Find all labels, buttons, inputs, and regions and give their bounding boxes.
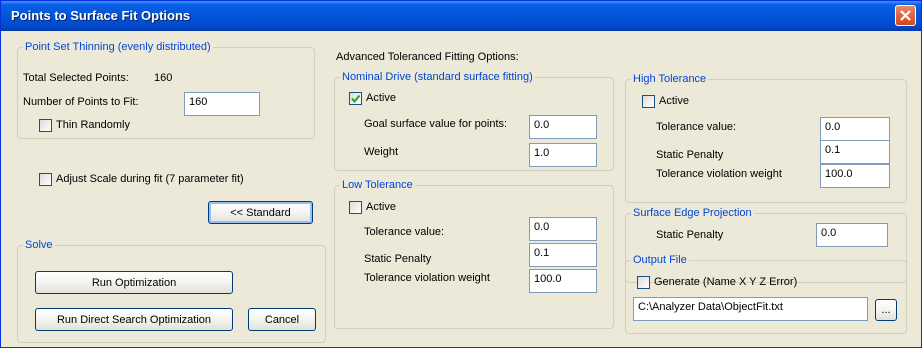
high-static-penalty-input[interactable]: 0.1 (820, 140, 890, 164)
low-active-label: Active (366, 201, 396, 213)
high-static-penalty-label: Static Penalty (656, 149, 724, 161)
low-static-penalty-label: Static Penalty (364, 253, 432, 265)
solve-legend: Solve (25, 239, 53, 251)
high-active-checkbox[interactable] (642, 95, 655, 108)
standard-button[interactable]: << Standard (208, 201, 313, 224)
checkmark-icon (351, 94, 361, 104)
nominal-active-checkbox[interactable] (349, 92, 362, 105)
num-points-input[interactable]: 160 (184, 92, 260, 116)
adjust-scale-checkbox[interactable] (39, 173, 52, 186)
low-violation-weight-label: Tolerance violation weight (364, 272, 490, 284)
thin-randomly-checkbox[interactable] (39, 119, 52, 132)
total-points-value: 160 (154, 72, 173, 84)
adjust-scale-label: Adjust Scale during fit (7 parameter fit… (56, 173, 244, 185)
weight-input[interactable]: 1.0 (529, 143, 597, 167)
edge-static-penalty-input[interactable]: 0.0 (816, 223, 888, 247)
advanced-heading: Advanced Toleranced Fitting Options: (336, 51, 519, 63)
close-button[interactable] (895, 5, 916, 26)
thin-randomly-label: Thin Randomly (56, 119, 130, 131)
edge-projection-legend: Surface Edge Projection (633, 207, 752, 219)
low-tolerance-legend: Low Tolerance (342, 179, 413, 191)
high-tolerance-value-input[interactable]: 0.0 (820, 117, 890, 141)
thinning-legend: Point Set Thinning (evenly distributed) (25, 41, 211, 53)
low-tolerance-value-input[interactable]: 0.0 (529, 217, 597, 241)
output-path-input[interactable]: C:\Analyzer Data\ObjectFit.txt (633, 297, 868, 321)
dialog-window: Points to Surface Fit Options Point Set … (0, 0, 922, 348)
goal-value-input[interactable]: 0.0 (529, 115, 597, 139)
low-static-penalty-input[interactable]: 0.1 (529, 243, 597, 267)
window-title: Points to Surface Fit Options (11, 8, 191, 23)
cancel-button[interactable]: Cancel (248, 308, 316, 331)
title-bar[interactable]: Points to Surface Fit Options (1, 1, 921, 31)
generate-output-checkbox[interactable] (637, 276, 650, 289)
weight-label: Weight (364, 146, 399, 158)
generate-output-label: Generate (Name X Y Z Error) (654, 276, 798, 288)
dialog-body: Point Set Thinning (evenly distributed) … (1, 31, 921, 347)
high-active-label: Active (659, 95, 689, 107)
high-violation-weight-input[interactable]: 100.0 (820, 164, 890, 188)
output-file-group: Output File (625, 254, 907, 334)
edge-static-penalty-label: Static Penalty (656, 229, 724, 241)
low-tolerance-value-label: Tolerance value: (364, 226, 445, 238)
total-points-label: Total Selected Points: (23, 72, 129, 84)
high-violation-weight-label: Tolerance violation weight (656, 168, 782, 180)
run-direct-search-button[interactable]: Run Direct Search Optimization (35, 308, 233, 331)
run-optimization-button[interactable]: Run Optimization (35, 271, 233, 294)
goal-value-label: Goal surface value for points: (364, 118, 508, 130)
high-tolerance-legend: High Tolerance (633, 73, 707, 85)
num-points-label: Number of Points to Fit: (23, 96, 139, 108)
low-violation-weight-input[interactable]: 100.0 (529, 269, 597, 293)
close-icon (900, 10, 911, 21)
high-tolerance-value-label: Tolerance value: (656, 121, 737, 133)
nominal-active-label: Active (366, 92, 396, 104)
nominal-drive-legend: Nominal Drive (standard surface fitting) (342, 71, 533, 83)
browse-button[interactable]: ... (875, 299, 897, 321)
output-file-legend: Output File (633, 254, 687, 266)
low-active-checkbox[interactable] (349, 201, 362, 214)
